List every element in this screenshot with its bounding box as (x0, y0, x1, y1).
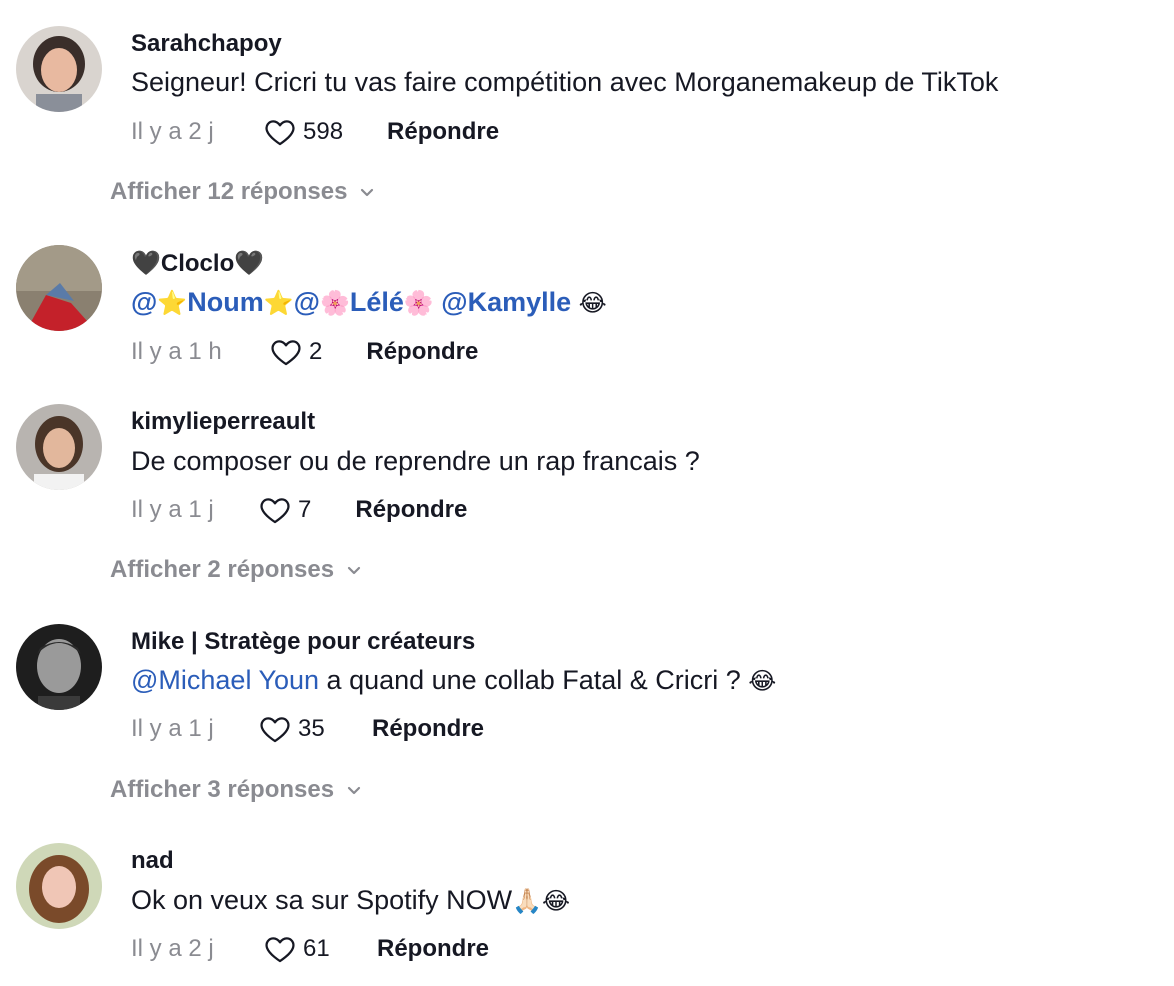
like-button[interactable]: 7 (258, 493, 311, 527)
comment-body: Ok on veux sa sur Spotify NOW (131, 885, 513, 915)
comment-meta: Il y a 1 h 2 Répondre (131, 334, 478, 370)
reply-button[interactable]: Répondre (366, 338, 478, 366)
heart-outline-icon[interactable] (258, 712, 292, 746)
show-replies-button[interactable]: Afficher 2 réponses (110, 556, 364, 584)
avatar[interactable] (16, 245, 102, 331)
like-count: 598 (303, 118, 344, 145)
chevron-down-icon (347, 566, 361, 575)
comment-meta: Il y a 1 j 35 Répondre (131, 711, 484, 747)
avatar[interactable] (16, 26, 102, 112)
timestamp: Il y a 1 j (131, 496, 214, 523)
like-button[interactable]: 61 (263, 932, 333, 966)
avatar[interactable] (16, 624, 102, 710)
comment-meta: Il y a 2 j 598 Répondre (131, 114, 499, 150)
show-replies-button[interactable]: Afficher 3 réponses (110, 776, 364, 804)
username[interactable]: kimylieperreault (131, 407, 315, 437)
comment-text: De composer ou de reprendre un rap franc… (131, 446, 700, 476)
show-replies-label: Afficher 12 réponses (110, 178, 348, 205)
show-replies-label: Afficher 3 réponses (110, 776, 335, 803)
chevron-down-icon (347, 786, 361, 795)
heart-outline-icon[interactable] (263, 932, 297, 966)
username-text: Cloclo (160, 250, 235, 277)
reply-button[interactable]: Répondre (387, 118, 499, 146)
pray-laughing-emoji: 🙏🏻😂 (512, 887, 571, 915)
timestamp: Il y a 1 j (131, 715, 214, 742)
mention-link[interactable]: @🌸Lélé🌸 (294, 287, 434, 317)
heart-outline-icon[interactable] (263, 115, 297, 149)
laughing-emoji: 😂 (578, 289, 607, 317)
reply-button[interactable]: Répondre (372, 715, 484, 743)
timestamp: Il y a 2 j (131, 118, 214, 145)
like-button[interactable]: 35 (258, 712, 328, 746)
comment-text: @⭐Noum⭐@🌸Lélé🌸 @Kamylle 😂 (131, 285, 607, 320)
comment-text: Seigneur! Cricri tu vas faire compétitio… (131, 67, 999, 97)
comment-meta: Il y a 1 j 7 Répondre (131, 492, 467, 528)
username[interactable]: Mike | Stratège pour créateurs (131, 627, 475, 657)
laughing-emoji: 😂 (748, 667, 777, 695)
like-count: 35 (298, 715, 325, 742)
like-count: 61 (303, 935, 330, 962)
like-count: 7 (298, 496, 312, 523)
comment-body: a quand une collab Fatal & Cricri ? (319, 665, 749, 695)
like-count: 2 (309, 338, 323, 365)
show-replies-label: Afficher 2 réponses (110, 556, 335, 583)
reply-button[interactable]: Répondre (355, 496, 467, 524)
timestamp: Il y a 2 j (131, 935, 214, 962)
mention-link[interactable]: @Michael Youn (131, 665, 319, 695)
timestamp: Il y a 1 h (131, 338, 222, 365)
comment-text: @Michael Youn a quand une collab Fatal &… (131, 663, 776, 698)
like-button[interactable]: 598 (263, 115, 343, 149)
heart-outline-icon[interactable] (269, 335, 303, 369)
avatar[interactable] (16, 404, 102, 490)
black-heart-emoji: 🖤 (234, 249, 265, 277)
heart-outline-icon[interactable] (258, 493, 292, 527)
chevron-down-icon (361, 188, 374, 197)
username[interactable]: Sarahchapoy (131, 29, 282, 59)
like-button[interactable]: 2 (269, 335, 322, 369)
reply-button[interactable]: Répondre (377, 935, 489, 963)
black-heart-emoji: 🖤 (131, 249, 161, 277)
username[interactable]: nad (131, 846, 174, 876)
comment-meta: Il y a 2 j 61 Répondre (131, 931, 489, 967)
show-replies-button[interactable]: Afficher 12 réponses (110, 178, 377, 206)
mention-link[interactable]: @Kamylle (441, 287, 571, 317)
username[interactable]: 🖤Cloclo🖤 (131, 248, 264, 279)
comment-text: Ok on veux sa sur Spotify NOW🙏🏻😂 (131, 883, 570, 918)
avatar[interactable] (16, 843, 102, 929)
mention-link[interactable]: @⭐Noum⭐ (131, 287, 294, 317)
